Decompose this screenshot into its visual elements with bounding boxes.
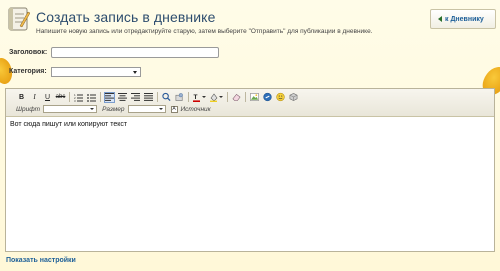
source-toggle[interactable]: A [170,105,178,113]
numbered-list-button[interactable]: 1 2 3 [73,92,84,103]
insert-image-button[interactable] [249,92,260,103]
special-insert-button[interactable] [288,92,299,103]
page-title: Создать запись в дневнике [36,9,216,25]
smiley-icon [276,92,285,102]
eraser-button[interactable] [231,92,242,103]
toolbar-divider [69,92,70,102]
justify-icon [144,93,153,101]
cube-icon [289,93,298,101]
subject-input[interactable] [51,47,219,58]
svg-text:3: 3 [74,99,76,102]
spellcheck-button[interactable] [161,92,172,103]
rich-text-editor: B I U abc 1 2 3 T Шрифт Размер A Источни… [5,88,495,252]
image-upload-button[interactable] [174,92,185,103]
align-right-icon [131,93,140,101]
italic-button[interactable]: I [29,92,40,103]
toolbar-divider [245,92,246,102]
size-select[interactable] [127,105,166,113]
toolbar-row-font: Шрифт Размер A Источник [16,104,214,114]
emoticon-button[interactable] [275,92,286,103]
align-left-button[interactable] [104,91,115,103]
toolbar-divider [188,92,189,102]
spellcheck-icon [162,92,171,102]
page-header: Создать запись в дневнике Напишите новую… [4,4,496,40]
back-to-diary-button[interactable]: к Дневнику [430,9,496,29]
bullet-list-icon [87,93,96,102]
numbered-list-icon: 1 2 3 [74,93,83,102]
insert-image-icon [250,93,259,101]
source-label: Источник [180,105,211,113]
subject-label: Заголовок: [9,49,48,56]
text-color-button[interactable]: T [192,92,207,103]
align-right-button[interactable] [130,92,141,103]
insert-link-button[interactable] [262,92,273,103]
font-label: Шрифт [16,105,41,113]
chevron-down-icon [219,96,223,98]
chevron-down-icon [158,108,163,110]
chevron-down-icon [202,96,206,98]
align-left-icon [105,93,114,101]
background-color-button[interactable] [209,92,224,103]
bullet-list-button[interactable] [86,92,97,103]
toolbar-divider [100,92,101,102]
font-select[interactable] [43,105,98,113]
bold-button[interactable]: B [16,92,27,103]
editor-content-area[interactable]: Вот сюда пишут или копируют текст [6,118,494,251]
text-color-icon: T [193,94,200,102]
underline-button[interactable]: U [42,92,53,103]
editor-toolbar: B I U abc 1 2 3 T Шрифт Размер A Источни… [6,89,494,117]
back-to-diary-label: к Дневнику [445,15,484,23]
chevron-down-icon [90,108,95,110]
chevron-down-icon [133,71,137,74]
svg-text:T: T [194,94,198,101]
show-settings-link[interactable]: Показать настройки [6,257,76,264]
diary-notebook-icon [8,7,30,31]
toolbar-divider [227,92,228,102]
category-select[interactable] [51,67,141,77]
back-arrow-icon [438,16,442,22]
page-subtitle: Напишите новую запись или отредактируйте… [36,28,373,35]
toolbar-row-formatting: B I U abc 1 2 3 T [16,91,301,103]
category-label: Категория: [9,68,47,75]
background-color-icon [210,93,218,102]
size-label: Размер [102,105,125,113]
align-center-button[interactable] [117,92,128,103]
justify-button[interactable] [143,92,154,103]
toolbar-divider [157,92,158,102]
image-upload-icon [175,93,183,101]
align-center-icon [118,93,127,101]
strikethrough-button[interactable]: abc [55,92,66,103]
eraser-icon [232,93,241,101]
link-icon [263,92,272,102]
